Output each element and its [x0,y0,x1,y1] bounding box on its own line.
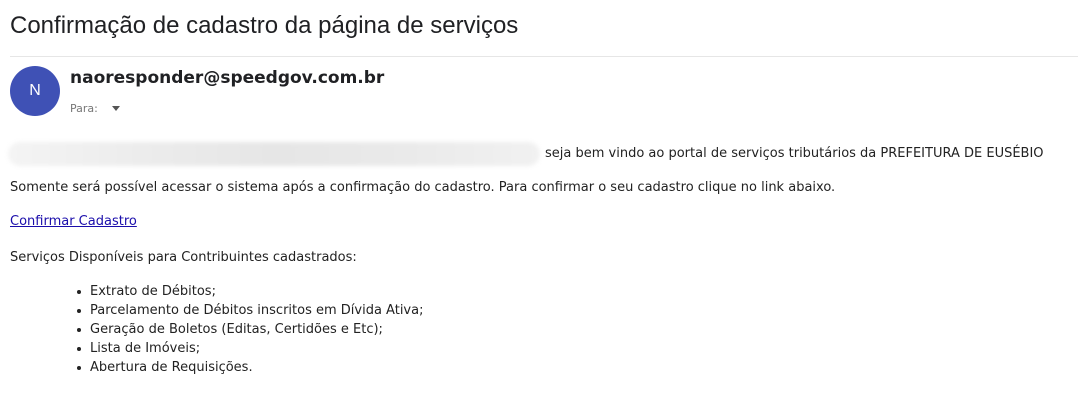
confirm-registration-link[interactable]: Confirmar Cadastro [10,214,137,229]
list-item: Parcelamento de Débitos inscritos em Dív… [76,303,424,318]
chevron-down-icon[interactable] [111,106,120,111]
to-label: Para: [70,102,98,115]
list-item: Lista de Imóveis; [76,339,423,358]
list-item: Extrato de Débitos; [76,282,423,301]
sender-address[interactable]: naoresponder@speedgov.com.br [70,68,384,88]
welcome-text: seja bem vindo ao portal de serviços tri… [545,146,1044,161]
services-title: Serviços Disponíveis para Contribuintes … [10,250,357,265]
list-item: Abertura de Requisições. [76,358,423,377]
list-item: Geração de Boletos (Editas, Certidões e … [76,320,423,339]
redacted-recipient-name [8,142,540,166]
avatar[interactable]: N [10,66,60,116]
recipients-row: Para: [70,102,120,115]
header-divider [10,56,1078,57]
email-subject: Confirmação de cadastro da página de ser… [10,12,519,39]
notice-text: Somente será possível acessar o sistema … [10,180,836,195]
services-list: Extrato de Débitos; Parcelamento de Débi… [50,282,423,377]
